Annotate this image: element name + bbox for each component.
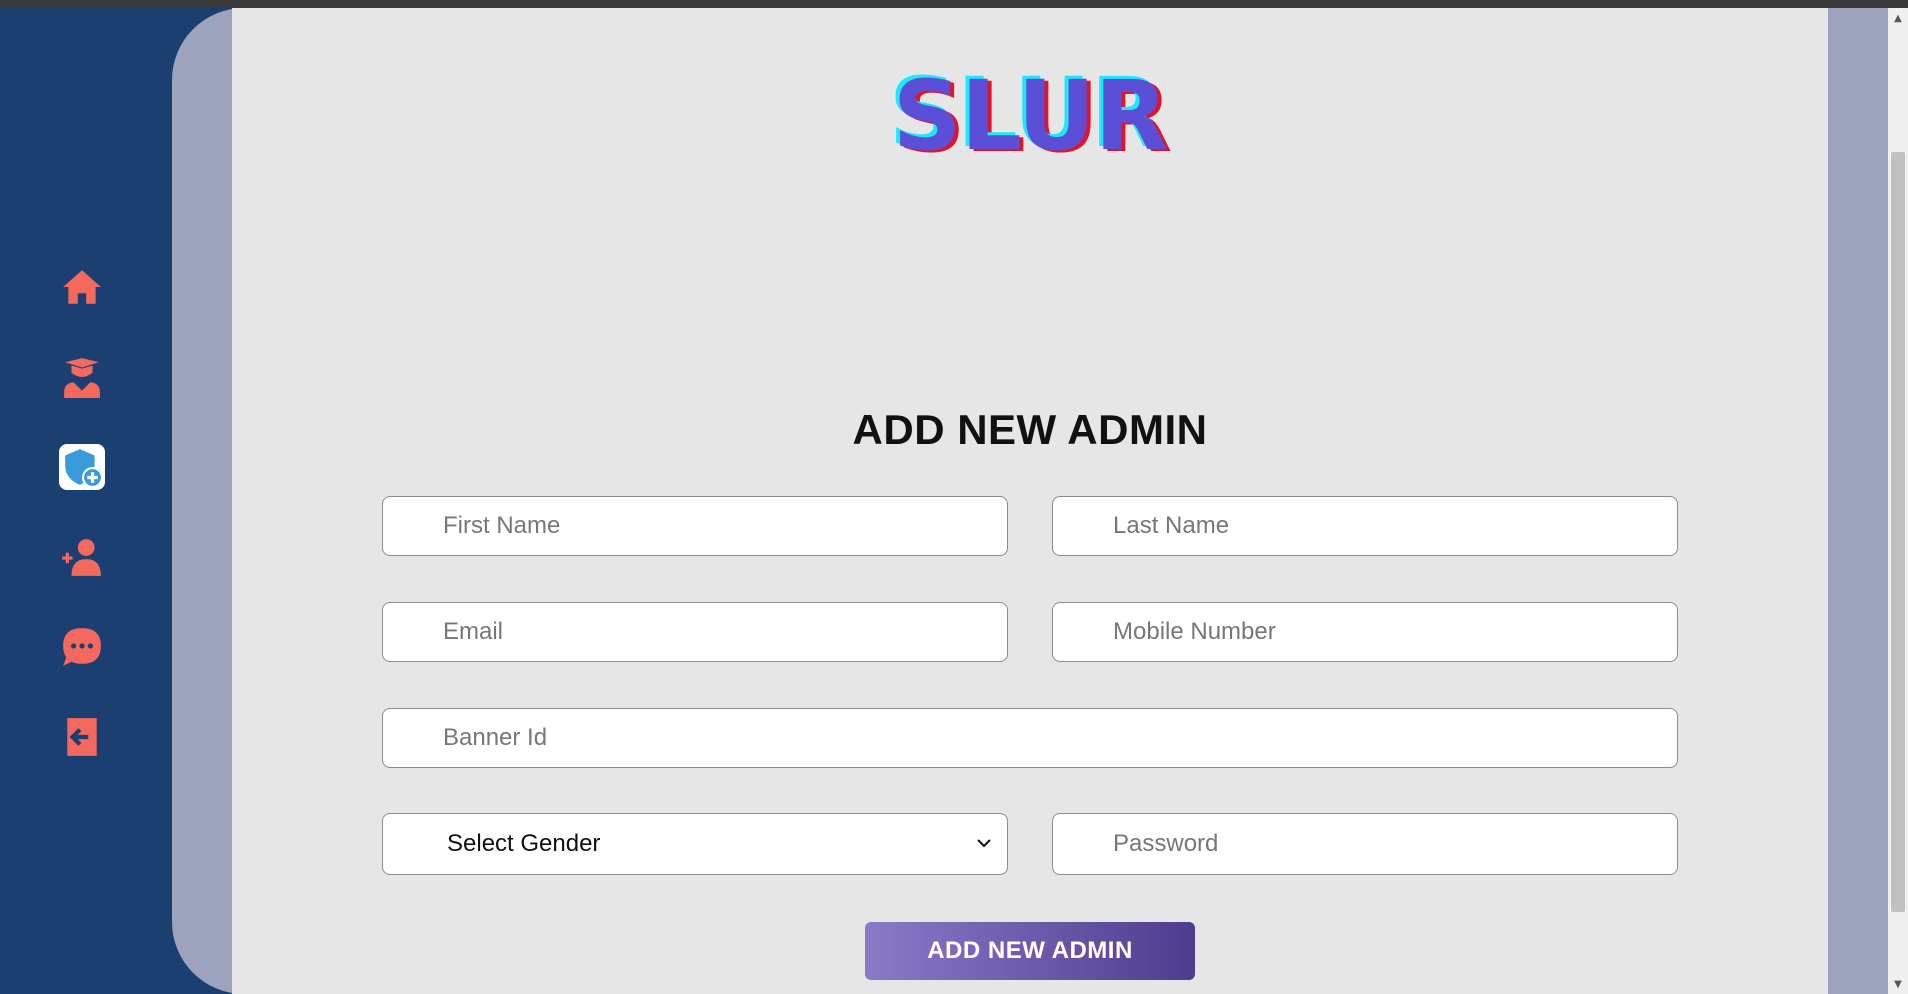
sidebar-item-logout[interactable] <box>59 714 105 760</box>
scroll-down-arrow-icon[interactable]: ▼ <box>1888 976 1908 994</box>
sidebar <box>0 8 172 994</box>
password-input[interactable] <box>1052 813 1678 875</box>
sidebar-item-messages[interactable] <box>59 624 105 670</box>
user-plus-icon <box>62 539 101 576</box>
email-input[interactable] <box>382 602 1008 662</box>
gender-select-value: Select Gender <box>447 830 601 857</box>
add-new-admin-button[interactable]: ADD NEW ADMIN <box>865 922 1195 980</box>
shield-plus-icon <box>65 449 103 488</box>
banner-id-input[interactable] <box>382 708 1678 768</box>
scroll-up-arrow-icon[interactable]: ▲ <box>1888 10 1908 28</box>
home-icon <box>63 270 101 304</box>
window-top-bar <box>0 0 1908 8</box>
last-name-input[interactable] <box>1052 496 1678 556</box>
graduate-icon <box>64 358 100 398</box>
page-title: ADD NEW ADMIN <box>852 406 1208 453</box>
mobile-number-input[interactable] <box>1052 602 1678 662</box>
sidebar-item-add-user[interactable] <box>59 534 105 580</box>
sidebar-item-students[interactable] <box>59 354 105 400</box>
chat-bubble-icon <box>63 628 101 666</box>
sidebar-item-add-admin[interactable] <box>59 444 105 490</box>
chevron-down-icon <box>977 839 991 848</box>
first-name-input[interactable] <box>382 496 1008 556</box>
sidebar-item-home[interactable] <box>59 264 105 310</box>
sign-out-icon <box>67 718 97 756</box>
page-scrollbar[interactable]: ▲ ▼ <box>1888 8 1908 994</box>
main-content: SLUR ADD NEW ADMIN Select Gender ADD NEW… <box>232 8 1828 994</box>
gender-select[interactable]: Select Gender <box>382 813 1008 875</box>
scroll-thumb[interactable] <box>1891 152 1905 912</box>
app-logo: SLUR <box>892 60 1169 172</box>
